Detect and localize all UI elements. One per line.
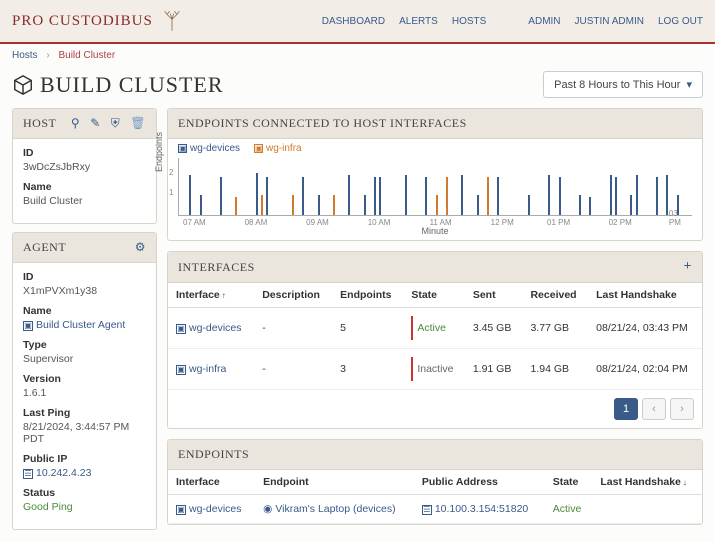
page-1-button[interactable]: 1 [614,398,638,420]
trash-icon[interactable]: 🗑 [130,116,146,131]
brand-logo [159,8,185,34]
interface-row: ▣wg-infra - 3 Inactive 1.91 GB 1.94 GB 0… [168,349,702,390]
shield-icon[interactable]: ⛨ [111,116,121,131]
brand-text: PRO CUSTODIBUS [12,13,153,30]
agent-status: Good Ping [23,501,146,513]
page-next-button[interactable]: › [670,398,694,420]
time-range-selector[interactable]: Past 8 Hours to This Hour ▾ [543,71,703,98]
gear-icon[interactable]: ⚙ [135,240,146,255]
agent-id: X1mPVXm1y38 [23,285,146,297]
public-ip-link[interactable]: ☰10.242.4.23 [23,467,146,479]
endpoint-link[interactable]: ◉Vikram's Laptop (devices) [255,495,414,524]
nav-hosts[interactable]: HOSTS [452,16,486,27]
interface-row: ▣wg-devices - 5 Active 3.45 GB 3.77 GB 0… [168,308,702,349]
col-last-handshake[interactable]: Last Handshake↓ [592,470,702,495]
interface-link[interactable]: ▣wg-devices [168,308,254,349]
host-name: Build Cluster [23,195,146,207]
crumb-current: Build Cluster [58,50,115,61]
legend-wg-devices[interactable]: ▣wg-devices [178,143,240,154]
page-title: BUILD CLUSTER [40,72,224,98]
col-interface[interactable]: Interface↑ [168,283,254,308]
nav-user[interactable]: JUSTIN ADMIN [575,16,644,27]
cube-icon [12,74,34,96]
edit-icon[interactable]: ✎ [90,116,101,131]
legend-wg-infra[interactable]: ▣wg-infra [254,143,302,154]
host-id: 3wDcZsJbRxy [23,161,146,173]
crumb-hosts[interactable]: Hosts [12,50,38,61]
chevron-down-icon: ▾ [686,78,692,91]
nav-admin[interactable]: ADMIN [528,16,560,27]
agent-name-link[interactable]: ▣Build Cluster Agent [23,319,146,331]
nav-alerts[interactable]: ALERTS [399,16,438,27]
agent-card: AGENT ⚙ IDX1mPVXm1y38 Name▣Build Cluster… [12,232,157,530]
host-card: HOST ⚲ ✎ ⛨ 🗑 ID3wDcZsJbRxy NameBuild Clu… [12,108,157,224]
endpoint-addr-link[interactable]: ☰10.100.3.154:51820 [414,495,545,524]
interface-link[interactable]: ▣wg-infra [168,349,254,390]
link-icon[interactable]: ⚲ [71,116,80,131]
endpoints-chart-card: ENDPOINTS CONNECTED TO HOST INTERFACES ▣… [167,108,703,241]
endpoints-card: ENDPOINTS Interface Endpoint Public Addr… [167,439,703,525]
nav-dashboard[interactable]: DASHBOARD [322,16,385,27]
breadcrumb: Hosts › Build Cluster [0,44,715,67]
endpoints-chart: Endpoints 1 2 07 AM 08 AM 09 AM 10 AM 11… [178,158,692,216]
endpoint-row: ▣wg-devices ◉Vikram's Laptop (devices) ☰… [168,495,702,524]
add-interface-button[interactable]: + [684,259,692,275]
nav-logout[interactable]: LOG OUT [658,16,703,27]
page-prev-button[interactable]: ‹ [642,398,666,420]
endpoint-iface-link[interactable]: ▣wg-devices [168,495,255,524]
interfaces-card: INTERFACES+ Interface↑ Description Endpo… [167,251,703,429]
